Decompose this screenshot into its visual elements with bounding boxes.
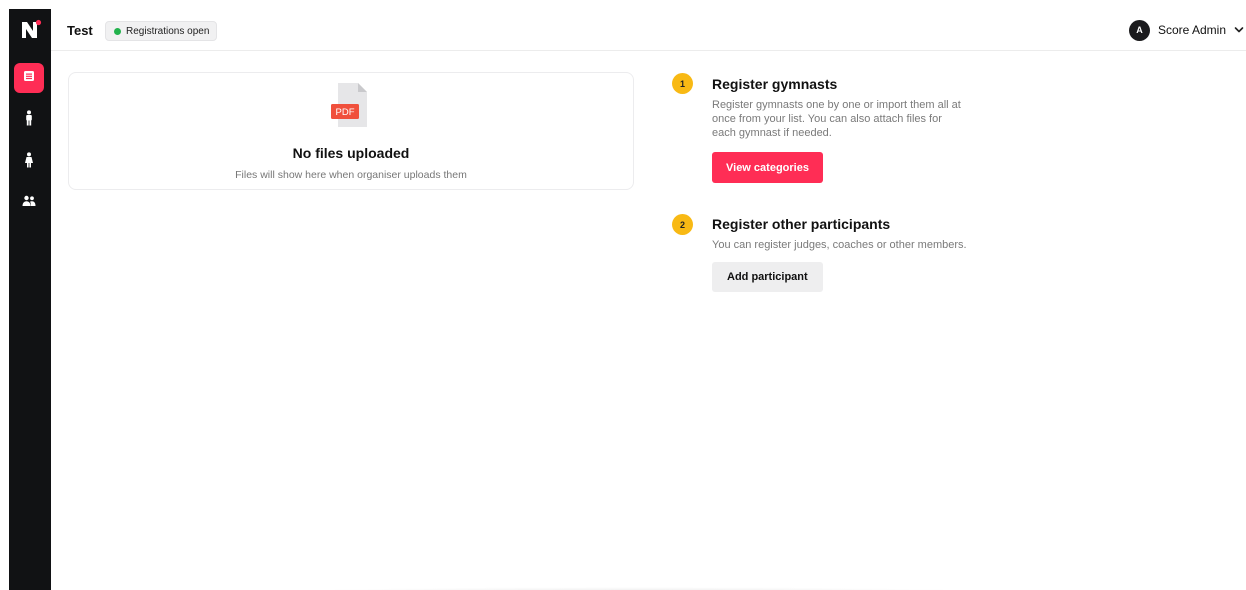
sidebar-item-gymnasts-male[interactable]: [14, 105, 44, 135]
status-badge: Registrations open: [105, 21, 218, 41]
sidebar-item-registrations[interactable]: [14, 63, 44, 93]
add-participant-button[interactable]: Add participant: [712, 262, 823, 292]
empty-state-title: No files uploaded: [292, 145, 410, 161]
avatar: A: [1128, 19, 1150, 41]
sidebar: [9, 9, 51, 590]
page-title: Test: [67, 23, 93, 38]
gymnast-male-icon: [23, 109, 35, 131]
app-logo[interactable]: [20, 19, 42, 41]
step-2-description: You can register judges, coaches or othe…: [712, 239, 967, 251]
step-2-badge: 2: [672, 214, 693, 235]
sidebar-item-participants[interactable]: [14, 188, 44, 218]
user-name: Score Admin: [1157, 23, 1226, 37]
gymnast-female-icon: [23, 151, 35, 173]
status-label: Registrations open: [126, 25, 210, 37]
pdf-label: PDF: [336, 107, 355, 118]
chevron-down-icon: [1234, 21, 1244, 39]
step-1-description: Register gymnasts one by one or import t…: [712, 99, 961, 139]
sidebar-item-gymnasts-female[interactable]: [14, 147, 44, 177]
top-bar: Test Registrations open A Score Admin: [51, 9, 1246, 51]
app-window: Test Registrations open A Score Admin PD…: [9, 9, 1246, 590]
user-menu[interactable]: A Score Admin: [1128, 19, 1244, 41]
registrations-icon: [23, 69, 35, 87]
step-2-title: Register other participants: [712, 216, 891, 232]
empty-state-hint: Files will show here when organiser uplo…: [235, 169, 467, 181]
participants-icon: [22, 194, 36, 212]
pdf-file-icon: PDF: [330, 81, 372, 129]
files-card: PDF No files uploaded Files will show he…: [68, 72, 634, 190]
step-1-badge: 1: [672, 73, 693, 94]
step-1-title: Register gymnasts: [712, 76, 838, 92]
status-dot-icon: [114, 27, 121, 35]
view-categories-button[interactable]: View categories: [712, 152, 823, 183]
